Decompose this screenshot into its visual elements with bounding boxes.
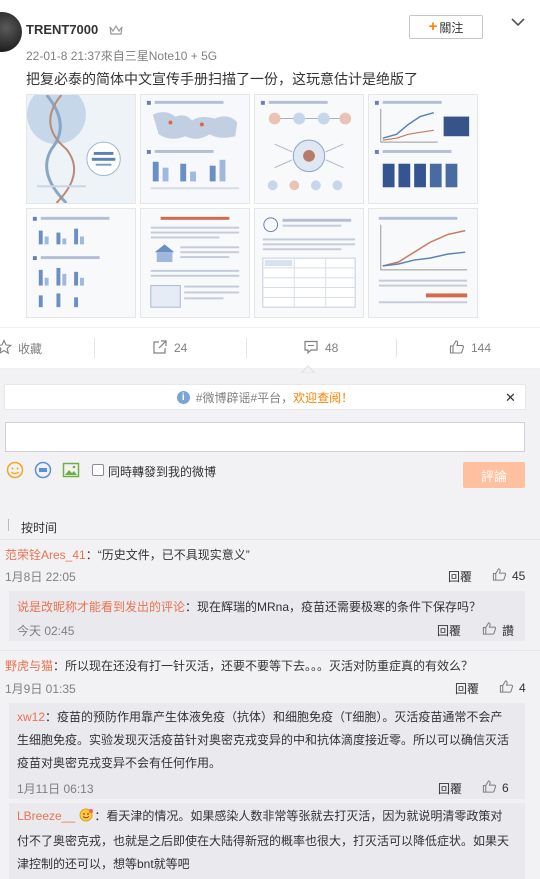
commenter-name[interactable]: 范荣铨Ares_41 <box>5 548 86 562</box>
notice-link[interactable]: 欢迎查阅！ <box>293 389 353 406</box>
thumbs-up-icon <box>482 779 497 797</box>
action-divider <box>246 338 247 358</box>
follow-button[interactable]: + 關注 <box>409 15 483 39</box>
reply-body-line: 生细胞免疫。实验发现灭活疫苗针对奥密克戎变异的中和抗体滴度接近零。所以可以确信灭… <box>17 733 510 747</box>
replier-name[interactable]: 说是改昵称才能看到发出的评论 <box>17 600 185 614</box>
comment-like-button[interactable]: 45 <box>492 567 525 585</box>
comment-time: 1月8日 22:05 <box>5 570 76 584</box>
repost-checkbox-label[interactable]: 同時轉發到我的微博 <box>108 463 216 480</box>
rumor-notice-bar[interactable]: i #微博辟谣#平台， 欢迎查阅！ <box>4 384 526 410</box>
replier-name[interactable]: LBreeze__ <box>17 809 75 823</box>
action-divider <box>94 338 95 358</box>
post-meta: 22-01-8 21:37來自三星Note10 + 5G <box>26 49 218 63</box>
action-divider <box>396 338 397 358</box>
notice-text: #微博辟谣#平台， <box>195 390 294 405</box>
like-count: 144 <box>471 341 492 355</box>
scan-efficacy-chart-page[interactable] <box>368 208 478 318</box>
scan-text-infographic-page[interactable] <box>140 208 250 318</box>
scan-trial-table-page[interactable] <box>254 208 364 318</box>
comment-icon <box>303 339 319 358</box>
repost-count: 24 <box>174 341 188 355</box>
reply-body-line: 疫苗对奥密克戎变异不会有任何作用。 <box>17 756 222 770</box>
reply-text: LBreeze__ ：看天津的情况。如果感染人数非常等张就去打灭活，因为就说明清… <box>17 805 509 876</box>
reply-like-button[interactable]: 6 <box>482 779 509 797</box>
reply-like-label: 讚 <box>502 623 515 638</box>
comment-count: 48 <box>325 341 339 355</box>
gif-icon[interactable] <box>34 461 52 479</box>
post-username[interactable]: TRENT7000 <box>26 22 98 37</box>
comment-body: ：所以现在还没有打一针灭活，还要不要等下去。。。灭活对防重症真的有效么？ <box>53 659 474 673</box>
scan-line-chart-page[interactable] <box>368 94 478 204</box>
divider <box>0 650 540 651</box>
reply-text: 说是改昵称才能看到发出的评论：现在辉瑞的MRna，疫苗还需要极寒的条件下保存吗？ <box>17 598 481 615</box>
post-image-grid <box>26 94 478 318</box>
share-icon <box>152 339 168 358</box>
sort-by-time-tab[interactable]: 按时间 <box>21 519 57 536</box>
comment-text: 范荣铨Ares_41：“历史文件，已不具现实意义” <box>5 546 250 563</box>
reply-body-line: ：看天津的情况。如果感染人数非常等张就去打灭活，因为就说明清零政策对 <box>94 809 503 823</box>
comment-like-count: 45 <box>512 569 526 583</box>
image-upload-icon[interactable] <box>62 461 80 479</box>
reply-like-count: 6 <box>502 781 509 795</box>
commenter-name[interactable]: 野虎与猫 <box>5 659 53 673</box>
star-icon <box>0 338 13 358</box>
emoji-icon[interactable] <box>6 461 24 479</box>
user-avatar[interactable] <box>0 12 22 52</box>
plus-icon: + <box>428 18 438 35</box>
reply-button[interactable]: 回覆 <box>437 622 461 639</box>
like-action[interactable]: 144 <box>449 328 491 368</box>
favorite-action[interactable]: 收藏 <box>0 328 42 368</box>
reply-text: xw12：疫苗的预防作用靠产生体液免疫（抗体）和细胞免疫（T细胞）。灭活疫苗通常… <box>17 706 509 775</box>
comment-body: ：“历史文件，已不具现实意义” <box>85 548 250 562</box>
repost-checkbox[interactable] <box>92 464 104 476</box>
comment-time: 1月9日 01:35 <box>5 682 76 696</box>
comment-input[interactable] <box>5 422 525 452</box>
reply-button[interactable]: 回覆 <box>455 680 479 697</box>
reply-body-line: ：疫苗的预防作用靠产生体液免疫（抗体）和细胞免疫（T细胞）。灭活疫苗通常不会产 <box>45 710 503 724</box>
thumbs-up-icon <box>499 679 514 697</box>
favorite-label: 收藏 <box>18 341 43 356</box>
smile-emoji-icon <box>78 807 94 830</box>
reply-time: 1月11日 06:13 <box>17 782 94 796</box>
reply-button[interactable]: 回覆 <box>438 780 462 797</box>
scan-brochure-cover[interactable] <box>26 94 136 204</box>
info-icon: i <box>176 390 190 404</box>
comment-panel-pointer <box>299 362 317 374</box>
submit-comment-button[interactable]: 評論 <box>463 462 525 488</box>
follow-label: 關注 <box>439 20 464 35</box>
comment-sort-bar: 按时间 <box>0 511 540 539</box>
comment-like-button[interactable]: 4 <box>499 679 526 697</box>
scan-mrna-diagram-page[interactable] <box>254 94 364 204</box>
thumbs-up-icon <box>449 339 465 358</box>
thumbs-up-icon <box>492 567 507 585</box>
scan-bar-charts-page[interactable] <box>26 208 136 318</box>
reply-body: ：现在辉瑞的MRna，疫苗还需要极寒的条件下保存吗？ <box>185 600 482 614</box>
chevron-down-icon[interactable] <box>510 15 526 29</box>
crown-icon <box>109 24 123 36</box>
comment-text: 野虎与猫：所以现在还没有打一针灭活，还要不要等下去。。。灭活对防重症真的有效么？ <box>5 657 473 674</box>
scan-world-map-page[interactable] <box>140 94 250 204</box>
post-text: 把复必泰的简体中文宣传手册扫描了一份，这玩意估计是绝版了 <box>26 71 418 87</box>
post-action-bar: 收藏 24 48 144 <box>0 327 540 369</box>
sort-divider <box>8 519 9 531</box>
comment-like-count: 4 <box>519 681 526 695</box>
reply-body-line: 津控制的还可以，想等bnt就等吧 <box>17 857 190 871</box>
divider <box>0 539 540 540</box>
reply-time: 今天 02:45 <box>17 624 75 638</box>
repost-action[interactable]: 24 <box>152 328 187 368</box>
close-icon[interactable]: ✕ <box>505 390 516 406</box>
reply-body-line: 付不了奥密克戎，也就是之后即使在大陆得新冠的概率也很大，打灭活可以降低症状。如果… <box>17 834 510 848</box>
replier-name[interactable]: xw12 <box>17 710 45 724</box>
reply-like-button[interactable]: 讚 <box>482 621 514 639</box>
reply-button[interactable]: 回覆 <box>448 568 472 585</box>
thumbs-up-icon <box>482 621 497 639</box>
